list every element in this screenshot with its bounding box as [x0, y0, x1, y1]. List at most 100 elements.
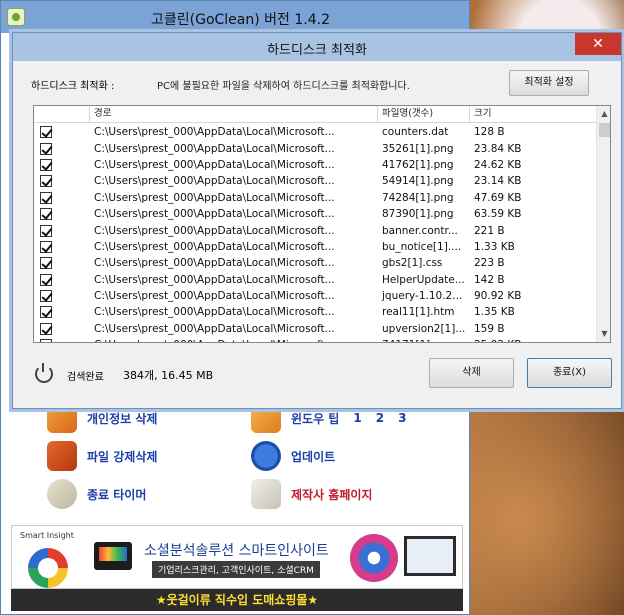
home-icon — [251, 479, 281, 509]
table-row[interactable]: C:\Users\prest_000\AppData\Local\Microso… — [34, 140, 596, 156]
column-header-size[interactable]: 크기 — [470, 106, 596, 123]
row-path: C:\Users\prest_000\AppData\Local\Microso… — [94, 322, 335, 335]
row-filename: HelperUpdate... — [382, 273, 465, 286]
file-list-scrollbar[interactable]: ▲ ▼ — [596, 106, 610, 342]
ad-monitor-icon — [404, 536, 456, 576]
menu-update[interactable]: 업데이트 — [251, 441, 335, 471]
tip-link-2[interactable]: 2 — [376, 411, 384, 425]
row-path: C:\Users\prest_000\AppData\Local\Microso… — [94, 273, 335, 286]
row-filename: real11[1].htm — [382, 306, 455, 319]
menu-privacy-delete-label: 개인정보 삭제 — [87, 411, 158, 426]
row-checkbox[interactable] — [40, 158, 52, 171]
ad-banner[interactable]: Smart Insight 소셜분석솔루션 스마트인사이트 기업리스크관리, 고… — [11, 525, 463, 589]
dialog-close-icon[interactable]: ✕ — [575, 33, 621, 55]
file-list[interactable]: 경로 파일명(갯수) 크기 C:\Users\prest_000\AppData… — [33, 105, 611, 343]
tip-link-3[interactable]: 3 — [398, 411, 406, 425]
menu-force-delete[interactable]: 파일 강제삭제 — [47, 441, 157, 471]
file-list-header: 경로 파일명(갯수) 크기 — [34, 106, 596, 123]
row-size: 23.14 KB — [474, 175, 522, 188]
row-path: C:\Users\prest_000\AppData\Local\Microso… — [90, 339, 378, 342]
row-checkbox[interactable] — [40, 191, 52, 204]
row-check-cell — [34, 208, 90, 221]
table-row[interactable]: C:\Users\prest_000\AppData\Local\Microso… — [34, 222, 596, 238]
row-path: C:\Users\prest_000\AppData\Local\Microso… — [94, 306, 335, 319]
table-row[interactable]: C:\Users\prest_000\AppData\Local\Microso… — [34, 124, 596, 140]
row-check-cell — [34, 257, 90, 270]
row-path: C:\Users\prest_000\AppData\Local\Microso… — [94, 158, 335, 171]
table-row[interactable]: C:\Users\prest_000\AppData\Local\Microso… — [34, 255, 596, 271]
table-row[interactable]: C:\Users\prest_000\AppData\Local\Microso… — [34, 321, 596, 337]
table-row[interactable]: C:\Users\prest_000\AppData\Local\Microso… — [34, 190, 596, 206]
row-check-cell — [34, 126, 90, 139]
row-size: 1.35 KB — [474, 306, 515, 319]
row-path: C:\Users\prest_000\AppData\Local\Microso… — [94, 224, 335, 237]
row-path: C:\Users\prest_000\AppData\Local\Microso… — [94, 290, 335, 303]
row-checkbox[interactable] — [40, 322, 52, 335]
row-checkbox[interactable] — [40, 273, 52, 286]
delete-button[interactable]: 삭제 — [429, 358, 514, 388]
row-filename: 74284[1].png — [382, 191, 454, 204]
column-header-filename[interactable]: 파일명(갯수) — [378, 106, 470, 123]
row-check-cell — [34, 290, 90, 303]
ad-disc-icon — [350, 534, 398, 582]
dialog-body: 하드디스크 최적화 : PC에 불필요한 파일을 삭제하여 하드디스크를 최적화… — [19, 61, 617, 404]
row-checkbox[interactable] — [40, 142, 52, 155]
row-check-cell — [34, 273, 90, 286]
close-button[interactable]: 종료(X) — [527, 358, 612, 388]
row-filename: 87390[1].png — [382, 208, 454, 221]
main-titlebar: 고클린(GoClean) 버전 1.4.2 — [1, 1, 469, 33]
menu-update-label: 업데이트 — [291, 449, 336, 464]
row-checkbox[interactable] — [40, 290, 52, 303]
table-row[interactable]: C:\Users\prest_000\AppData\Local\Microso… — [34, 304, 596, 320]
optimize-settings-button[interactable]: 최적화 설정 — [509, 70, 589, 96]
description-label: 하드디스크 최적화 : — [31, 81, 115, 92]
table-row[interactable]: C:\Users\prest_000\AppData\Local\Microso… — [34, 288, 596, 304]
table-row[interactable]: C:\Users\prest_000\AppData\Local\Microso… — [34, 173, 596, 189]
menu-windows-tip-label: 윈도우 팁 — [291, 411, 340, 426]
table-row[interactable]: C:\Users\prest_000\AppData\Local\Microso… — [34, 157, 596, 173]
row-checkbox[interactable] — [40, 257, 52, 270]
ad-title: 소셜분석솔루션 스마트인사이트 — [144, 543, 329, 559]
menu-shutdown-timer-label: 종료 타이머 — [87, 487, 147, 502]
table-row[interactable]: C:\Users\prest_000\AppData\Local\Microso… — [34, 272, 596, 288]
ad-logo-icon — [28, 548, 68, 588]
file-list-rows: C:\Users\prest_000\AppData\Local\Microso… — [34, 124, 596, 342]
row-check-cell — [34, 158, 90, 171]
row-filename: 74171[1].png — [378, 339, 470, 342]
row-size: 128 B — [474, 126, 505, 139]
row-filename: bu_notice[1].... — [382, 240, 462, 253]
row-size: 221 B — [474, 224, 505, 237]
row-check-cell — [34, 191, 90, 204]
row-checkbox[interactable] — [40, 240, 52, 253]
row-checkbox[interactable] — [40, 306, 52, 319]
scroll-thumb[interactable] — [599, 123, 610, 137]
column-header-path[interactable]: 경로 — [90, 106, 378, 123]
row-filename: 35261[1].png — [382, 142, 454, 155]
row-checkbox[interactable] — [40, 339, 52, 342]
scroll-up-icon[interactable]: ▲ — [597, 106, 610, 122]
bottom-ad-bar[interactable]: ★웃걸이류 직수입 도매쇼핑몰★ — [11, 589, 463, 611]
table-row[interactable]: C:\Users\prest_000\AppData\Local\Microso… — [34, 206, 596, 222]
ad-subtitle: 기업리스크관리, 고객인사이트, 소셜CRM — [152, 561, 320, 578]
row-path: C:\Users\prest_000\AppData\Local\Microso… — [94, 175, 335, 188]
row-size: 1.33 KB — [474, 240, 515, 253]
row-checkbox[interactable] — [40, 224, 52, 237]
row-check-cell — [34, 224, 90, 237]
row-check-cell — [34, 306, 90, 319]
row-checkbox[interactable] — [40, 126, 52, 139]
tip-link-1[interactable]: 1 — [353, 411, 361, 425]
table-row[interactable]: C:\Users\prest_000\AppData\Local\Microso… — [34, 239, 596, 255]
column-header-check[interactable] — [34, 106, 90, 123]
row-path: C:\Users\prest_000\AppData\Local\Microso… — [94, 240, 335, 253]
menu-shutdown-timer[interactable]: 종료 타이머 — [47, 479, 146, 509]
row-filename: 41762[1].png — [382, 158, 454, 171]
row-checkbox[interactable] — [40, 208, 52, 221]
row-check-cell — [34, 322, 90, 335]
table-row[interactable]: C:\Users\prest_000\AppData\Local\Microso… — [34, 337, 596, 342]
scroll-down-icon[interactable]: ▼ — [597, 326, 610, 342]
main-window-title: 고클린(GoClean) 버전 1.4.2 — [151, 12, 330, 28]
menu-maker-homepage[interactable]: 제작사 홈페이지 — [251, 479, 372, 509]
update-icon — [251, 441, 281, 471]
shutdown-timer-icon — [47, 479, 77, 509]
row-checkbox[interactable] — [40, 175, 52, 188]
